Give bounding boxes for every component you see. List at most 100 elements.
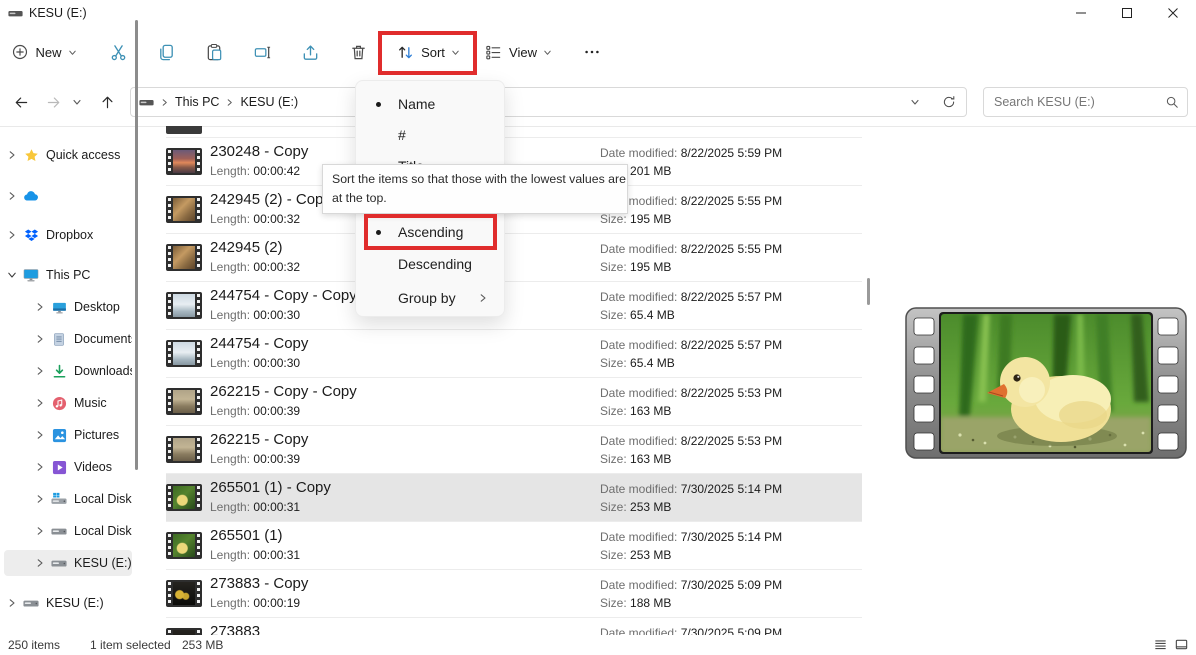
details-view-toggle[interactable]	[1153, 637, 1168, 652]
delete-button[interactable]	[340, 34, 376, 70]
thumbnail-image	[173, 246, 195, 269]
filmstrip-holes	[168, 438, 171, 461]
sidebar-item-label: Local Disk (C:)	[74, 492, 132, 506]
chevron-right-icon[interactable]	[32, 526, 48, 536]
menu-item-label: #	[398, 127, 406, 143]
paste-button[interactable]	[196, 34, 232, 70]
file-row[interactable]: 242945 (2)Length: 00:00:32Date modified:…	[166, 233, 862, 282]
chevron-right-icon[interactable]	[32, 430, 48, 440]
address-dropdown-chevron[interactable]	[910, 97, 920, 107]
sidebar-item[interactable]: Dropbox	[4, 222, 132, 248]
chevron-right-icon[interactable]	[32, 494, 48, 504]
file-date-modified: Date modified: 7/30/2025 5:14 PM	[600, 482, 782, 496]
search-icon[interactable]	[1165, 95, 1179, 109]
large-thumbnails-view-toggle[interactable]	[1174, 637, 1189, 652]
rename-button[interactable]	[244, 34, 280, 70]
file-row[interactable]: 244754 - CopyLength: 00:00:30Date modifi…	[166, 329, 862, 378]
search-box[interactable]	[983, 87, 1188, 117]
minimize-button[interactable]	[1058, 0, 1104, 26]
video-thumbnail	[166, 196, 202, 223]
chevron-right-icon[interactable]	[4, 598, 20, 608]
sort-menu-item-group-by[interactable]: Group by	[360, 283, 502, 313]
filmstrip-holes	[197, 342, 200, 365]
file-list-scrollbar[interactable]	[867, 278, 870, 305]
file-row[interactable]: 265501 (1)Length: 00:00:31Date modified:…	[166, 521, 862, 570]
chevron-right-icon[interactable]	[32, 302, 48, 312]
sidebar-item[interactable]: Downloads	[4, 358, 132, 384]
breadcrumb-this-pc[interactable]: This PC	[171, 95, 223, 109]
sidebar-item[interactable]: Desktop	[4, 294, 132, 320]
search-input[interactable]	[992, 94, 1165, 110]
maximize-button[interactable]	[1104, 0, 1150, 26]
sidebar-item[interactable]: Videos	[4, 454, 132, 480]
file-row[interactable]: 262215 - Copy - CopyLength: 00:00:39Date…	[166, 377, 862, 426]
chevron-right-icon[interactable]	[32, 558, 48, 568]
refresh-icon[interactable]	[942, 95, 956, 109]
file-date-modified: Date modified: 7/30/2025 5:14 PM	[600, 530, 782, 544]
file-name: 242945 (2) - Copy	[210, 191, 331, 208]
filmstrip-holes	[168, 534, 171, 557]
sidebar-item[interactable]: Local Disk (C:)	[4, 486, 132, 512]
trash-icon	[349, 43, 368, 62]
sidebar-item[interactable]: KESU (E:)	[4, 590, 132, 616]
sidebar-scrollbar[interactable]	[135, 20, 138, 470]
address-bar[interactable]: This PC KESU (E:)	[130, 87, 967, 117]
share-button[interactable]	[292, 34, 328, 70]
sidebar-item-label: KESU (E:)	[74, 556, 132, 570]
thumbnail-image	[173, 486, 195, 509]
file-row[interactable]: 262215 - CopyLength: 00:00:39Date modifi…	[166, 425, 862, 474]
sidebar-item[interactable]: This PC	[4, 262, 132, 288]
up-button[interactable]	[92, 87, 122, 117]
sidebar-item[interactable]: KESU (E:)	[4, 550, 132, 576]
view-list-icon	[484, 43, 503, 62]
sort-menu-item-descending[interactable]: Descending	[360, 249, 502, 279]
sort-menu-item--[interactable]: #	[360, 120, 502, 150]
chevron-right-icon[interactable]	[4, 230, 20, 240]
chevron-right-icon[interactable]	[32, 366, 48, 376]
disk-icon	[48, 527, 70, 536]
forward-button[interactable]	[38, 87, 68, 117]
file-length: Length: 00:00:31	[210, 548, 300, 562]
sidebar-item[interactable]: Pictures	[4, 422, 132, 448]
sidebar-item[interactable]: Quick access	[4, 142, 132, 168]
filmstrip-holes	[168, 582, 171, 605]
breadcrumb-kesu-drive[interactable]: KESU (E:)	[236, 95, 302, 109]
sidebar-item[interactable]: Documents	[4, 326, 132, 352]
view-button[interactable]: View	[478, 34, 558, 70]
sidebar-item[interactable]: Music	[4, 390, 132, 416]
chevron-right-icon[interactable]	[32, 398, 48, 408]
chevron-right-icon[interactable]	[4, 150, 20, 160]
scissors-icon	[109, 43, 128, 62]
cut-button[interactable]	[100, 34, 136, 70]
chevron-down-icon[interactable]	[4, 270, 20, 280]
filmstrip-holes	[197, 246, 200, 269]
file-date-modified: Date modified: 8/22/2025 5:53 PM	[600, 386, 782, 400]
ellipsis-icon	[583, 43, 601, 61]
sort-menu-item-name[interactable]: Name	[360, 89, 502, 119]
file-row[interactable]: 265501 (1) - CopyLength: 00:00:31Date mo…	[166, 473, 862, 522]
more-options-button[interactable]	[574, 34, 610, 70]
menu-item-label: Descending	[398, 256, 472, 272]
chevron-right-icon[interactable]	[32, 462, 48, 472]
video-thumbnail	[166, 580, 202, 607]
copy-button[interactable]	[148, 34, 184, 70]
highlight-box-ascending-item	[364, 214, 497, 250]
copy-icon	[157, 43, 176, 62]
selection-size: 253 MB	[182, 638, 223, 652]
close-button[interactable]	[1150, 0, 1196, 26]
desktop-icon	[48, 300, 70, 315]
file-name: 273883 - Copy	[210, 575, 308, 592]
chevron-right-icon[interactable]	[4, 191, 20, 201]
filmstrip-holes	[168, 150, 171, 173]
filmstrip-holes	[197, 582, 200, 605]
back-button[interactable]	[6, 87, 36, 117]
file-row[interactable]: 273883 - CopyLength: 00:00:19Date modifi…	[166, 569, 862, 618]
new-button[interactable]: New	[8, 34, 80, 70]
chevron-right-icon[interactable]	[32, 334, 48, 344]
sidebar-item[interactable]: Local Disk (D:)	[4, 518, 132, 544]
thumbnail-image	[173, 534, 195, 557]
file-row[interactable]: 244754 - Copy - CopyLength: 00:00:30Date…	[166, 281, 862, 330]
recent-locations-chevron[interactable]	[66, 87, 88, 117]
filmstrip-holes	[197, 150, 200, 173]
sidebar-item[interactable]	[4, 183, 132, 209]
